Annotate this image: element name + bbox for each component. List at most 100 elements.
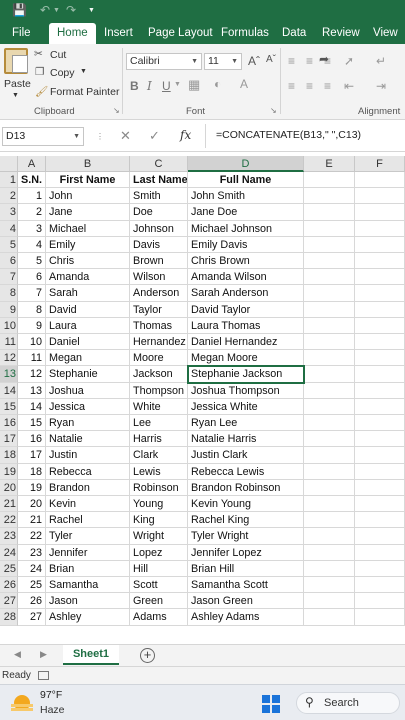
row-header[interactable]: 26 (0, 577, 18, 594)
cell-empty[interactable] (304, 544, 355, 561)
cell-full-name[interactable]: Jason Green (188, 593, 304, 610)
cell-empty[interactable] (304, 236, 355, 253)
cell-sn[interactable]: 10 (18, 334, 46, 351)
name-box[interactable]: D13 ▼ (2, 127, 84, 146)
cell-empty[interactable] (355, 253, 405, 270)
align-left-icon[interactable]: ≡ (288, 79, 295, 93)
cell-full-name[interactable]: Daniel Hernandez (188, 334, 304, 351)
column-title-full[interactable]: Full Name (188, 172, 304, 189)
copy-button[interactable]: Copy (50, 67, 75, 79)
cell-full-name[interactable]: Rachel King (188, 512, 304, 529)
cell-full-name[interactable]: Laura Thomas (188, 317, 304, 334)
cell-empty[interactable] (355, 382, 405, 399)
cell-first-name[interactable]: Jane (46, 204, 130, 221)
cell-first-name[interactable]: John (46, 188, 130, 205)
cell-last-name[interactable]: Young (130, 496, 188, 513)
taskbar-search-button[interactable]: ⚲ Search (296, 692, 400, 714)
cell-empty[interactable] (355, 334, 405, 351)
cell-last-name[interactable]: Wright (130, 528, 188, 545)
cell-last-name[interactable]: Jackson (130, 366, 188, 383)
cell-full-name[interactable]: Emily Davis (188, 236, 304, 253)
cell-empty[interactable] (304, 577, 355, 594)
increase-font-icon[interactable]: Aˆ (248, 54, 260, 68)
cell-first-name[interactable]: Jennifer (46, 544, 130, 561)
font-launcher-icon[interactable]: ↘ (270, 106, 277, 115)
cell-empty[interactable] (355, 188, 405, 205)
cell-empty[interactable] (355, 512, 405, 529)
cell-empty[interactable] (304, 366, 355, 383)
cell-sn[interactable]: 2 (18, 204, 46, 221)
cell-sn[interactable]: 5 (18, 253, 46, 270)
cell-empty[interactable] (355, 463, 405, 480)
cell-full-name[interactable]: Chris Brown (188, 253, 304, 270)
cell-first-name[interactable]: Stephanie (46, 366, 130, 383)
cell-last-name[interactable]: Hernandez (130, 334, 188, 351)
cell-full-name[interactable]: Jane Doe (188, 204, 304, 221)
cell-empty[interactable] (304, 253, 355, 270)
cell-sn[interactable]: 14 (18, 398, 46, 415)
cell-sn[interactable]: 7 (18, 285, 46, 302)
cell-last-name[interactable]: Doe (130, 204, 188, 221)
cell-sn[interactable]: 12 (18, 366, 46, 383)
cell-empty[interactable] (304, 269, 355, 286)
row-header[interactable]: 12 (0, 350, 18, 367)
cell-last-name[interactable]: Robinson (130, 479, 188, 496)
cell-empty[interactable] (304, 382, 355, 399)
cell-full-name[interactable]: Michael Johnson (188, 220, 304, 237)
cell-empty[interactable] (355, 560, 405, 577)
cell-last-name[interactable]: Johnson (130, 220, 188, 237)
format-painter-icon[interactable]: 🖌 (35, 85, 48, 98)
cell-full-name[interactable]: Jessica White (188, 398, 304, 415)
cell-empty[interactable] (304, 415, 355, 432)
copy-icon[interactable]: ❐ (35, 66, 44, 78)
cell-full-name[interactable]: Amanda Wilson (188, 269, 304, 286)
cell-empty[interactable] (355, 496, 405, 513)
cell-last-name[interactable]: Clark (130, 447, 188, 464)
font-color-icon[interactable]: A (240, 77, 248, 91)
cell-first-name[interactable]: Chris (46, 253, 130, 270)
undo-icon[interactable]: ↶ (40, 3, 50, 17)
cell-first-name[interactable]: Samantha (46, 577, 130, 594)
cell-full-name[interactable]: Ashley Adams (188, 609, 304, 626)
cell-sn[interactable]: 23 (18, 544, 46, 561)
cell-full-name[interactable]: Ryan Lee (188, 415, 304, 432)
cell-full-name[interactable]: Megan Moore (188, 350, 304, 367)
cell-last-name[interactable]: Lopez (130, 544, 188, 561)
cell-first-name[interactable]: Megan (46, 350, 130, 367)
paste-button[interactable]: Paste (4, 78, 31, 90)
row-header[interactable]: 4 (0, 220, 18, 237)
redo-icon[interactable]: ↷ (66, 3, 76, 17)
cell-last-name[interactable]: Harris (130, 431, 188, 448)
cell-last-name[interactable]: King (130, 512, 188, 529)
cell-sn[interactable]: 11 (18, 350, 46, 367)
cell-first-name[interactable]: Brandon (46, 479, 130, 496)
cell-first-name[interactable]: Natalie (46, 431, 130, 448)
cell-empty[interactable] (355, 204, 405, 221)
cell-empty[interactable] (355, 479, 405, 496)
row-header[interactable]: 1 (0, 172, 18, 189)
cell-empty[interactable] (304, 528, 355, 545)
cell-full-name[interactable]: Brandon Robinson (188, 479, 304, 496)
cell-sn[interactable]: 22 (18, 528, 46, 545)
cell-empty[interactable] (355, 269, 405, 286)
cell-sn[interactable]: 25 (18, 577, 46, 594)
tab-review[interactable]: Review (322, 22, 360, 44)
cell-empty[interactable] (304, 496, 355, 513)
cut-button[interactable]: Cut (50, 49, 66, 61)
cell-empty[interactable] (355, 415, 405, 432)
orientation-icon[interactable]: ➚ (344, 54, 354, 68)
row-header[interactable]: 19 (0, 463, 18, 480)
row-header[interactable]: 13 (0, 366, 18, 383)
cell-sn[interactable]: 27 (18, 609, 46, 626)
cell-full-name[interactable]: Jennifer Lopez (188, 544, 304, 561)
cell-first-name[interactable]: Kevin (46, 496, 130, 513)
font-name-combo[interactable]: Calibri ▼ (126, 53, 202, 70)
clipboard-launcher-icon[interactable]: ↘ (113, 106, 120, 115)
cell-last-name[interactable]: Thomas (130, 317, 188, 334)
merge-center-icon[interactable]: ⇥ (376, 79, 386, 93)
cell-first-name[interactable]: Rebecca (46, 463, 130, 480)
cell-last-name[interactable]: Brown (130, 253, 188, 270)
italic-icon[interactable]: I (147, 79, 152, 93)
row-header[interactable]: 6 (0, 253, 18, 270)
tab-home[interactable]: Home (49, 23, 96, 44)
